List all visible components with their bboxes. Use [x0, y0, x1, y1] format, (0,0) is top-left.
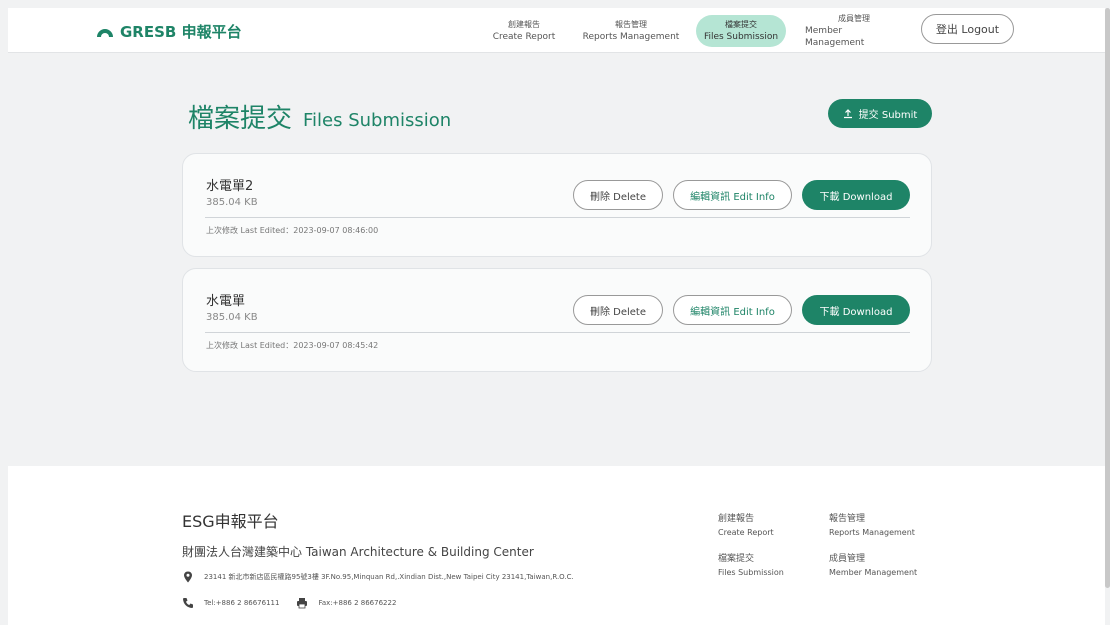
page-title-en: Files Submission: [303, 110, 452, 131]
nav-member-management[interactable]: 成員管理 Member Management: [805, 14, 903, 48]
nav-label-en: Create Report: [492, 32, 556, 42]
footer-link-create-report[interactable]: 創建報告 Create Report: [718, 512, 774, 540]
file-size: 385.04 KB: [206, 197, 258, 208]
delete-button[interactable]: 刪除 Delete: [573, 180, 663, 210]
footer-link-zh: 檔案提交: [718, 554, 755, 564]
file-card: 水電單 385.04 KB 刪除 Delete 編輯資訊 Edit Info 下…: [182, 268, 932, 372]
nav-label-en: Reports Management: [582, 32, 680, 42]
submit-button[interactable]: 提交 Submit: [828, 99, 932, 128]
divider: [205, 332, 910, 333]
footer-link-en: Reports Management: [829, 528, 915, 537]
last-edited: 上次修改 Last Edited：2023-09-07 08:46:00: [206, 226, 379, 235]
download-button[interactable]: 下載 Download: [802, 295, 910, 325]
file-size: 385.04 KB: [206, 312, 258, 323]
scrollbar[interactable]: [1105, 8, 1110, 588]
footer-link-reports-management[interactable]: 報告管理 Reports Management: [829, 512, 915, 540]
footer-contact: Tel:+886 2 86676111 Fax:+886 2 86676222: [182, 597, 396, 609]
submit-label: 提交 Submit: [858, 110, 918, 121]
edit-info-button[interactable]: 編輯資訊 Edit Info: [673, 180, 792, 210]
footer-link-en: Create Report: [718, 528, 774, 537]
edit-info-button[interactable]: 編輯資訊 Edit Info: [673, 295, 792, 325]
nav-label-zh: 檔案提交: [725, 20, 757, 29]
footer-link-en: Files Submission: [718, 568, 784, 577]
footer-link-zh: 創建報告: [718, 514, 755, 524]
tel-text: Tel:+886 2 86676111: [204, 599, 280, 607]
top-header: GRESB 申報平台 創建報告 Create Report 報告管理 Repor…: [8, 8, 1105, 53]
logout-button[interactable]: 登出 Logout: [921, 14, 1014, 44]
footer-title: ESG申報平台: [182, 512, 279, 531]
address-text: 23141 新北市新店區民權路95號3樓 3F.No.95,Minquan Rd…: [204, 573, 574, 581]
nav-label-zh: 創建報告: [508, 20, 540, 29]
logo-icon: [97, 28, 113, 37]
footer-link-zh: 成員管理: [829, 554, 866, 564]
nav-files-submission[interactable]: 檔案提交 Files Submission: [696, 15, 786, 47]
file-name: 水電單2: [206, 179, 254, 194]
footer: ESG申報平台 財團法人台灣建築中心 Taiwan Architecture &…: [8, 466, 1105, 625]
upload-icon: [843, 108, 852, 118]
footer-link-zh: 報告管理: [829, 514, 866, 524]
footer-address: 23141 新北市新店區民權路95號3樓 3F.No.95,Minquan Rd…: [182, 571, 574, 583]
nav-label-zh: 成員管理: [838, 14, 870, 23]
delete-button[interactable]: 刪除 Delete: [573, 295, 663, 325]
nav-label-en: Member Management: [805, 26, 865, 48]
footer-link-member-management[interactable]: 成員管理 Member Management: [829, 552, 917, 580]
last-edited: 上次修改 Last Edited：2023-09-07 08:45:42: [206, 341, 379, 350]
printer-icon: [297, 598, 308, 609]
nav-reports-management[interactable]: 報告管理 Reports Management: [581, 15, 681, 47]
location-pin-icon: [184, 571, 192, 583]
logo[interactable]: GRESB 申報平台: [96, 21, 242, 42]
nav-label-zh: 報告管理: [615, 20, 647, 29]
phone-icon: [183, 598, 193, 608]
fax-text: Fax:+886 2 86676222: [318, 599, 397, 607]
logo-text: GRESB 申報平台: [120, 23, 242, 41]
footer-link-en: Member Management: [829, 568, 918, 577]
footer-organization: 財團法人台灣建築中心 Taiwan Architecture & Buildin…: [182, 545, 534, 559]
file-card: 水電單2 385.04 KB 刪除 Delete 編輯資訊 Edit Info …: [182, 153, 932, 257]
footer-link-files-submission[interactable]: 檔案提交 Files Submission: [718, 552, 784, 580]
file-name: 水電單: [206, 294, 246, 309]
page-title-zh: 檔案提交: [188, 104, 293, 134]
nav-label-en: Files Submission: [703, 32, 779, 42]
nav-create-report[interactable]: 創建報告 Create Report: [491, 15, 557, 47]
divider: [205, 217, 910, 218]
download-button[interactable]: 下載 Download: [802, 180, 910, 210]
